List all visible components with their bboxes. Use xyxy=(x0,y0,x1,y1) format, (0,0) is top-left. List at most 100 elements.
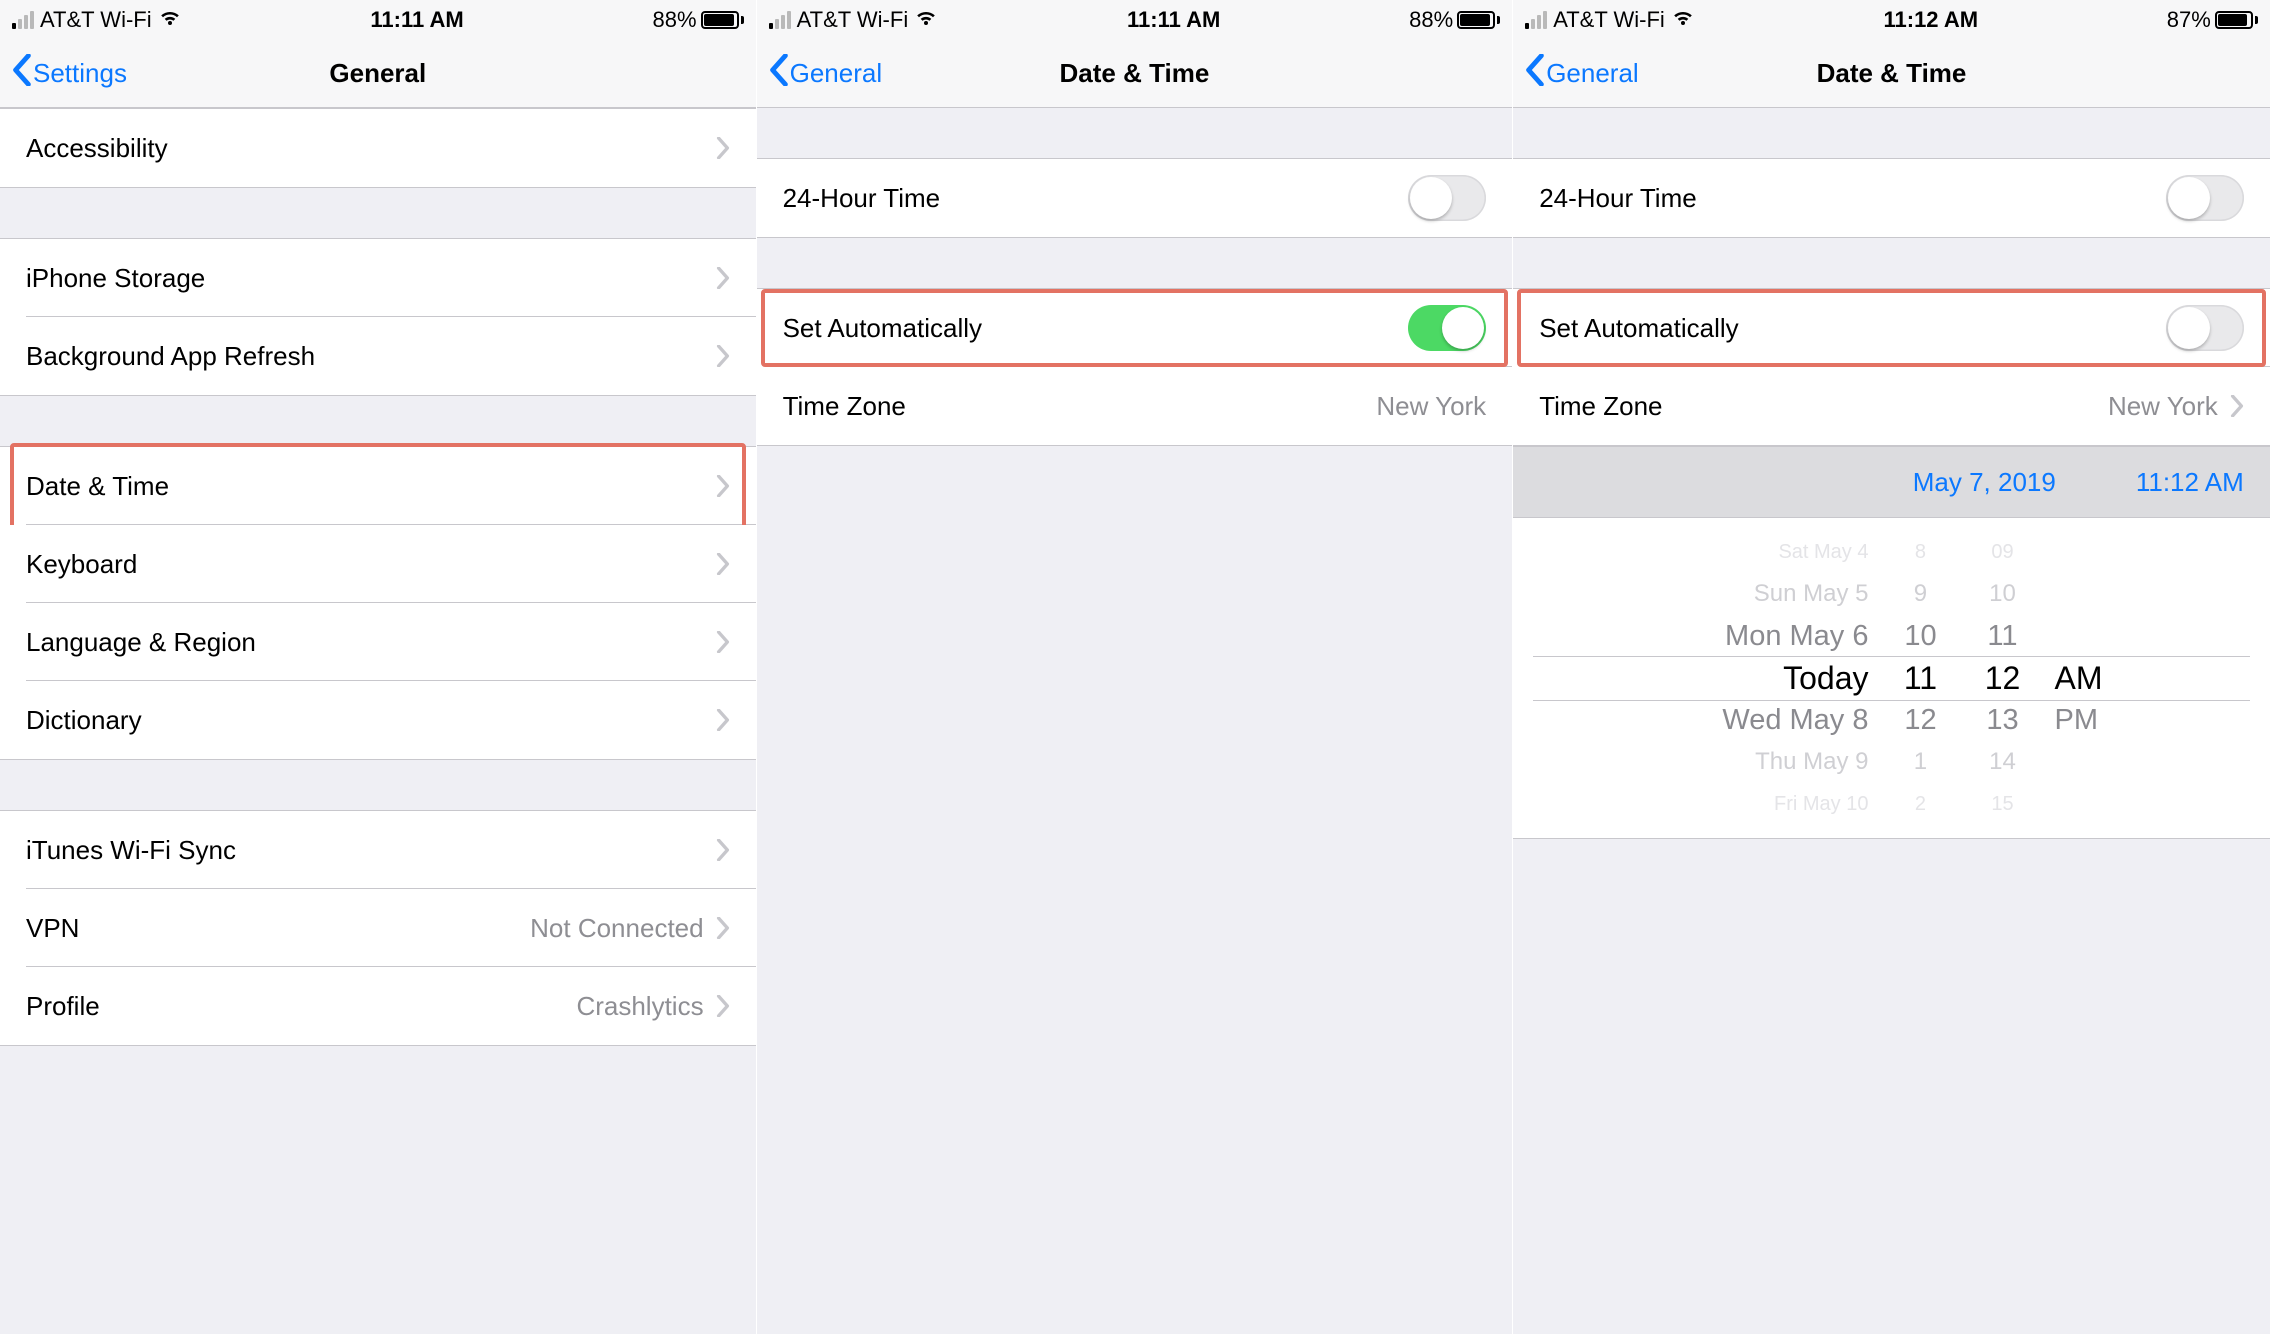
picker-option: Sun May 5 xyxy=(1754,573,1869,615)
chevron-right-icon xyxy=(716,475,730,497)
carrier-label: AT&T Wi-Fi xyxy=(40,7,152,33)
picker-minute-column[interactable]: 09 10 11 12 13 14 15 xyxy=(1972,528,2032,828)
chevron-left-icon xyxy=(1525,54,1545,93)
toggle-24-hour-time[interactable] xyxy=(1408,175,1486,221)
chevron-left-icon xyxy=(12,54,32,93)
picker-option-selected: Today xyxy=(1783,657,1868,699)
picker-option: 8 xyxy=(1915,531,1926,573)
row-time-zone[interactable]: Time Zone New York xyxy=(1513,367,2270,445)
battery-icon xyxy=(2215,11,2258,29)
row-dictionary[interactable]: Dictionary xyxy=(0,681,756,759)
row-iphone-storage[interactable]: iPhone Storage xyxy=(0,239,756,317)
row-label: Profile xyxy=(26,991,576,1022)
status-bar: AT&T Wi-Fi 11:11 AM 88% xyxy=(0,0,756,40)
carrier-label: AT&T Wi-Fi xyxy=(797,7,909,33)
picker-option: Wed May 8 xyxy=(1722,699,1868,741)
chevron-right-icon xyxy=(2230,395,2244,417)
row-value: Not Connected xyxy=(530,913,703,944)
chevron-right-icon xyxy=(716,553,730,575)
cellular-signal-icon xyxy=(1525,11,1547,29)
picker-option: Mon May 6 xyxy=(1725,615,1868,657)
row-keyboard[interactable]: Keyboard xyxy=(0,525,756,603)
row-label: Set Automatically xyxy=(1539,313,2166,344)
chevron-right-icon xyxy=(716,917,730,939)
toggle-set-automatically[interactable] xyxy=(2166,305,2244,351)
row-set-automatically: Set Automatically xyxy=(1513,289,2270,367)
back-button[interactable]: General xyxy=(769,54,883,93)
picker-option-selected: 11 xyxy=(1904,657,1937,699)
row-vpn[interactable]: VPN Not Connected xyxy=(0,889,756,967)
row-label: 24-Hour Time xyxy=(1539,183,2166,214)
picker-option: 10 xyxy=(1904,615,1936,657)
wifi-icon xyxy=(1671,5,1695,35)
wifi-icon xyxy=(158,5,182,35)
picker-option: 14 xyxy=(1989,741,2016,783)
back-label: General xyxy=(1546,58,1639,89)
current-time-label: 11:12 AM xyxy=(2136,467,2244,498)
date-time-picker[interactable]: Sat May 4 Sun May 5 Mon May 6 Today Wed … xyxy=(1513,518,2270,839)
row-label: Keyboard xyxy=(26,549,716,580)
picker-option: 15 xyxy=(1991,783,2013,825)
wifi-icon xyxy=(914,5,938,35)
picker-option: Sat May 4 xyxy=(1778,531,1868,573)
status-time: 11:11 AM xyxy=(1127,7,1220,33)
picker-option: Thu May 9 xyxy=(1755,741,1868,783)
row-language-region[interactable]: Language & Region xyxy=(0,603,756,681)
navigation-bar: General Date & Time xyxy=(757,40,1513,108)
battery-percentage: 87% xyxy=(2167,7,2211,33)
row-label: iTunes Wi-Fi Sync xyxy=(26,835,716,866)
picker-option: 12 xyxy=(1904,699,1936,741)
chevron-right-icon xyxy=(716,137,730,159)
status-bar: AT&T Wi-Fi 11:11 AM 88% xyxy=(757,0,1513,40)
page-title: Date & Time xyxy=(1817,58,1967,89)
back-button[interactable]: Settings xyxy=(12,54,127,93)
page-title: Date & Time xyxy=(1059,58,1209,89)
back-button[interactable]: General xyxy=(1525,54,1639,93)
navigation-bar: General Date & Time xyxy=(1513,40,2270,108)
cellular-signal-icon xyxy=(12,11,34,29)
picker-option: Fri May 10 xyxy=(1774,783,1868,825)
picker-option: 2 xyxy=(1915,783,1926,825)
picker-date-column[interactable]: Sat May 4 Sun May 5 Mon May 6 Today Wed … xyxy=(1668,528,1868,828)
row-24-hour-time: 24-Hour Time xyxy=(1513,159,2270,237)
row-label: 24-Hour Time xyxy=(783,183,1409,214)
row-value: New York xyxy=(1376,391,1486,422)
picker-option: PM xyxy=(2054,699,2098,741)
date-time-display-row[interactable]: May 7, 2019 11:12 AM xyxy=(1513,446,2270,518)
screen-date-time-auto-on: AT&T Wi-Fi 11:11 AM 88% General Date & xyxy=(757,0,1514,1334)
row-itunes-wifi-sync[interactable]: iTunes Wi-Fi Sync xyxy=(0,811,756,889)
page-title: General xyxy=(329,58,426,89)
row-time-zone[interactable]: Time Zone New York xyxy=(757,367,1513,445)
chevron-right-icon xyxy=(716,631,730,653)
toggle-24-hour-time[interactable] xyxy=(2166,175,2244,221)
battery-percentage: 88% xyxy=(1409,7,1453,33)
row-label: iPhone Storage xyxy=(26,263,716,294)
row-label: Language & Region xyxy=(26,627,716,658)
picker-option: 9 xyxy=(1914,573,1927,615)
row-label: Date & Time xyxy=(26,471,716,502)
back-label: Settings xyxy=(33,58,127,89)
battery-percentage: 88% xyxy=(653,7,697,33)
picker-option-selected: AM xyxy=(2054,657,2102,699)
row-date-time[interactable]: Date & Time xyxy=(0,447,756,525)
row-profile[interactable]: Profile Crashlytics xyxy=(0,967,756,1045)
row-24-hour-time: 24-Hour Time xyxy=(757,159,1513,237)
row-label: Dictionary xyxy=(26,705,716,736)
chevron-right-icon xyxy=(716,709,730,731)
row-accessibility[interactable]: Accessibility xyxy=(0,109,756,187)
chevron-right-icon xyxy=(716,995,730,1017)
row-label: VPN xyxy=(26,913,530,944)
picker-hour-column[interactable]: 8 9 10 11 12 1 2 xyxy=(1890,528,1950,828)
row-set-automatically: Set Automatically xyxy=(757,289,1513,367)
toggle-set-automatically[interactable] xyxy=(1408,305,1486,351)
picker-option: 10 xyxy=(1989,573,2016,615)
row-label: Time Zone xyxy=(1539,391,2108,422)
back-label: General xyxy=(790,58,883,89)
picker-ampm-column[interactable]: . . . AM PM . . xyxy=(2054,528,2114,828)
cellular-signal-icon xyxy=(769,11,791,29)
picker-option: 1 xyxy=(1914,741,1927,783)
chevron-left-icon xyxy=(769,54,789,93)
row-background-app-refresh[interactable]: Background App Refresh xyxy=(0,317,756,395)
battery-icon xyxy=(1457,11,1500,29)
battery-icon xyxy=(701,11,744,29)
